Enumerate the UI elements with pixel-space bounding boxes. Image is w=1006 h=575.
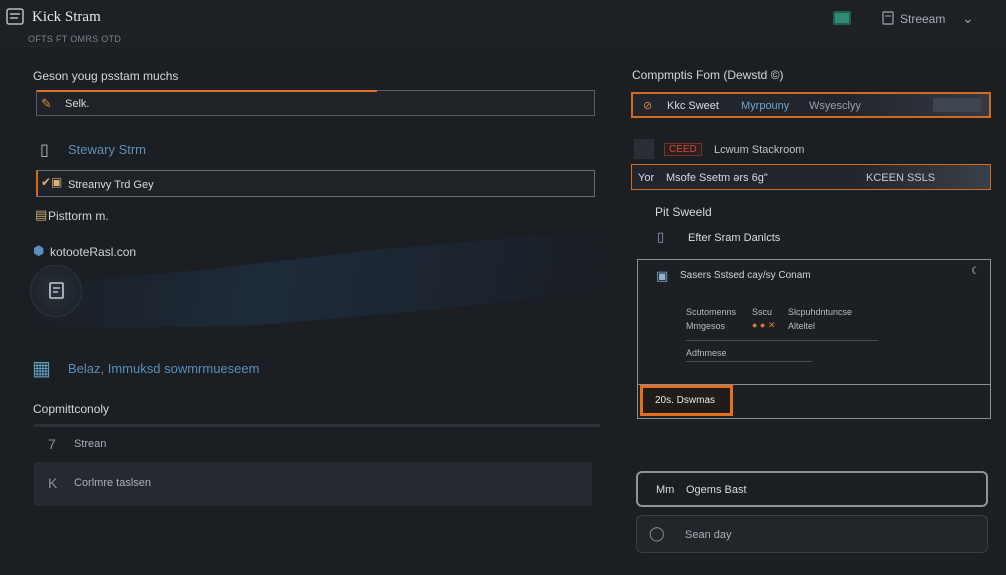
card-row1-right: Slcpuhdntuncse xyxy=(788,307,853,317)
row-tag: CEED xyxy=(664,143,702,156)
list-item[interactable]: 7 Strean xyxy=(34,423,592,467)
app-subtitle: OFTS FT OMRS OTD xyxy=(28,34,122,44)
card-action-label: 20s. Dswmas xyxy=(655,395,716,406)
search-field-text: Selk. xyxy=(65,98,90,110)
circle-icon: ◯ xyxy=(649,525,665,541)
card-row2-right: Alteltel xyxy=(788,321,816,331)
compare-field[interactable]: ⊘ Kkc Sweet Myrpouny Wsyesclyy xyxy=(631,92,991,118)
search-field[interactable]: ✎ Selk. xyxy=(36,90,595,116)
gallery-icon: ▦ xyxy=(32,358,51,380)
card-row1-left: Scutomenns xyxy=(686,307,737,317)
list-item-label: Strean xyxy=(74,438,107,450)
stream-field-text: Streanvy Trd Gey xyxy=(68,179,154,191)
field-progress-bar xyxy=(37,90,377,92)
secondary-field[interactable]: Yor Msofe Ssetm ərs 6g" KCEEN SSLS xyxy=(631,164,991,190)
stream-field[interactable]: ✔▣ Streanvy Trd Gey xyxy=(36,170,595,197)
card-row2-left: Mmgesos xyxy=(686,321,726,331)
section2-heading: Copmittconoly xyxy=(33,402,110,416)
list-item-icon: K xyxy=(48,475,58,491)
card-title: Sasers Sstsed cay/sy Conam xyxy=(680,270,811,281)
right-heading: Compmptis Fom (Dewstd ©) xyxy=(632,68,784,82)
document-icon xyxy=(49,282,64,299)
secondary-pill-text: Sean day xyxy=(685,529,732,541)
monitor-icon: ✔▣ xyxy=(41,175,63,189)
blue-heading[interactable]: Belaz, Immuksd sowmrmueseem xyxy=(68,361,259,376)
file-icon: ▯ xyxy=(657,229,665,244)
section-title: Pit Sweeld xyxy=(655,205,712,219)
secondary-field-right: KCEEN SSLS xyxy=(866,172,936,184)
option-pill[interactable]: Mm Ogems Bast xyxy=(636,471,988,507)
host-item[interactable]: kotooteRasl.con xyxy=(50,245,136,259)
platform-item[interactable]: Pisttorm m. xyxy=(48,209,109,223)
secondary-field-left: Yor xyxy=(638,172,655,184)
platform-icon: ▤ xyxy=(35,207,48,222)
card-row1-mid: Sscu xyxy=(752,307,773,317)
app-logo-icon[interactable] xyxy=(6,7,26,27)
list-item[interactable]: K Corlmre taslsen xyxy=(34,462,592,506)
field-end-block xyxy=(933,98,981,112)
compare-field-left: Kkc Sweet xyxy=(667,100,719,112)
stream-link[interactable]: Stewary Strm xyxy=(68,142,146,157)
user-label[interactable]: Streeam xyxy=(900,12,945,26)
left-heading: Geson youg psstam muchs xyxy=(33,69,179,83)
row-text: Lcwum Stackroom xyxy=(714,144,805,156)
link-icon: ⊘ xyxy=(643,100,653,112)
user-icon[interactable] xyxy=(882,11,894,25)
secondary-field-text: Msofe Ssetm ərs 6g" xyxy=(666,172,768,184)
compare-field-right: Wsyesclyy xyxy=(809,100,861,112)
notification-badge-icon[interactable] xyxy=(833,11,851,25)
secondary-pill[interactable]: ◯ Sean day xyxy=(636,515,988,553)
status-dots-icon: ● ● ✕ xyxy=(752,320,776,330)
shield-icon: ⬢ xyxy=(33,243,45,258)
sub-item[interactable]: Efter Sram Danlcts xyxy=(688,232,780,244)
list-item-label: Corlmre taslsen xyxy=(74,477,152,489)
document-round-button[interactable] xyxy=(30,265,82,317)
row-square-button[interactable] xyxy=(634,139,654,159)
compare-field-mid: Myrpouny xyxy=(741,100,790,112)
option-pill-text: Ogems Bast xyxy=(686,484,747,496)
card-divider xyxy=(686,361,812,362)
pencil-icon: ✎ xyxy=(41,96,52,111)
top-bar: Kick Stram OFTS FT OMRS OTD Streeam ⌄ xyxy=(0,0,1006,47)
card-divider xyxy=(686,340,878,341)
card-row3: Adfnmese xyxy=(686,348,727,358)
app-title: Kick Stram xyxy=(32,9,101,25)
list-item-icon: 7 xyxy=(48,436,56,452)
moon-icon[interactable]: ☾ xyxy=(971,266,980,277)
option-pill-left: Mm xyxy=(656,484,675,496)
device-icon: ▯ xyxy=(40,142,49,159)
chevron-icon[interactable]: ⌄ xyxy=(962,10,974,27)
card-action-button[interactable]: 20s. Dswmas xyxy=(640,385,733,416)
card-icon: ▣ xyxy=(656,268,669,283)
